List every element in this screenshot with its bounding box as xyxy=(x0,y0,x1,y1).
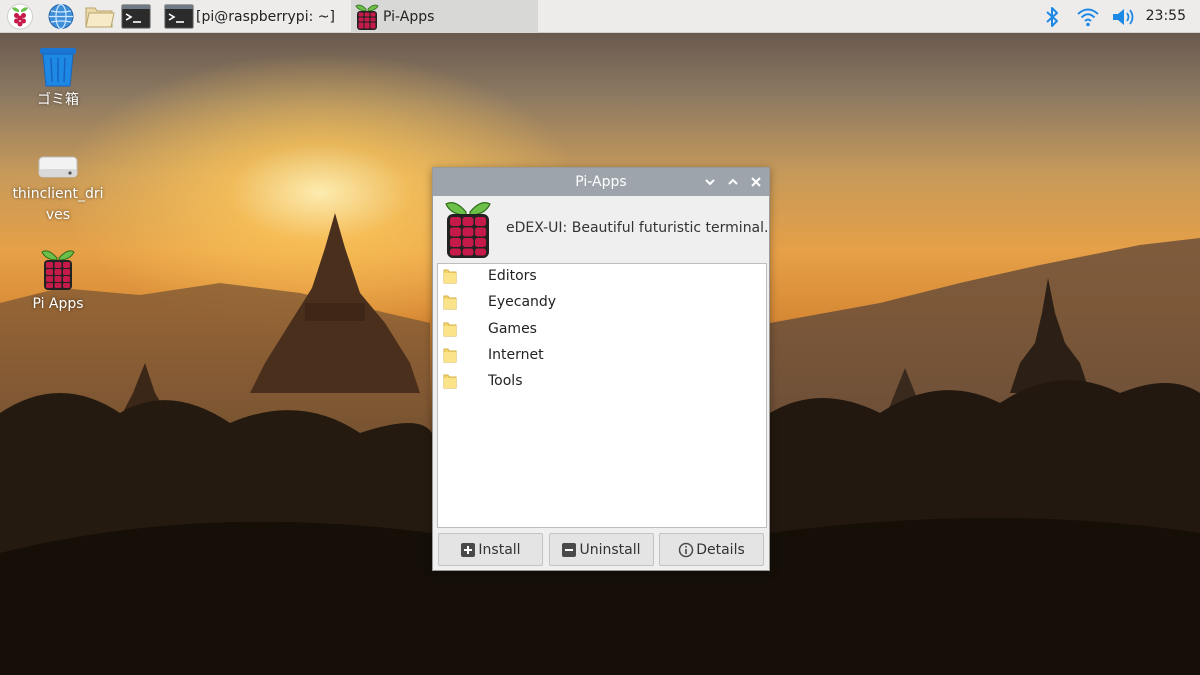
list-item-editors[interactable]: Editors xyxy=(438,264,766,290)
window-titlebar[interactable]: Pi-Apps xyxy=(433,168,769,196)
list-item-label: Editors xyxy=(488,268,537,284)
window-controls xyxy=(703,174,763,190)
list-item-internet[interactable]: Internet xyxy=(438,343,766,369)
uninstall-button[interactable]: Uninstall xyxy=(548,533,654,566)
list-item-label: Internet xyxy=(488,346,544,363)
desktop-icon-pi-apps[interactable]: Pi Apps xyxy=(12,248,104,315)
app-menu-button[interactable] xyxy=(6,3,34,30)
folder-icon xyxy=(443,322,457,337)
list-item-label: Games xyxy=(488,320,537,337)
folder-icon xyxy=(443,348,457,363)
details-button[interactable]: Details xyxy=(659,533,764,566)
list-item-label: Tools xyxy=(488,373,523,390)
desktop-icon-label: ゴミ箱 xyxy=(37,92,79,108)
desktop-icon-thinclient-drives[interactable]: thinclient_drives xyxy=(12,152,104,226)
taskbar-task-label: [pi@raspberrypi: ~] xyxy=(196,8,335,25)
desktop-icon-trash[interactable]: ゴミ箱 xyxy=(12,46,104,111)
folder-icon xyxy=(443,295,457,310)
close-icon[interactable] xyxy=(749,174,763,190)
app-header: eDEX-UI: Beautiful futuristic terminal. xyxy=(433,196,769,262)
uninstall-button-label: Uninstall xyxy=(579,541,641,558)
list-item-eyecandy[interactable]: Eyecandy xyxy=(438,290,766,316)
desktop-icon-label: Pi Apps xyxy=(32,296,84,312)
web-browser-icon xyxy=(48,3,74,30)
terminal-icon xyxy=(164,4,194,29)
web-browser-launcher[interactable] xyxy=(47,3,75,30)
drive-icon xyxy=(38,156,78,178)
terminal-icon xyxy=(121,4,151,29)
folder-icon xyxy=(443,374,457,389)
install-button-label: Install xyxy=(478,541,521,558)
volume-icon[interactable] xyxy=(1111,6,1137,28)
action-buttons: Install Uninstall Details xyxy=(438,533,764,567)
raspberry-icon xyxy=(41,250,75,290)
minimize-chevron-down-icon[interactable] xyxy=(703,174,717,190)
wifi-icon[interactable] xyxy=(1076,6,1100,28)
install-button[interactable]: Install xyxy=(438,533,543,566)
trash-icon xyxy=(40,48,76,87)
minus-icon xyxy=(562,542,577,557)
terminal-launcher[interactable] xyxy=(121,3,151,30)
raspberry-logo-icon xyxy=(445,202,491,258)
bluetooth-icon[interactable] xyxy=(1044,5,1060,29)
details-button-label: Details xyxy=(696,541,745,558)
taskbar-task-label: Pi-Apps xyxy=(383,8,435,25)
raspberry-icon xyxy=(355,4,379,30)
list-item-tools[interactable]: Tools xyxy=(438,369,766,395)
taskbar-task-pi-apps[interactable]: Pi-Apps xyxy=(351,0,538,33)
window-title: Pi-Apps xyxy=(575,174,627,190)
list-item-label: Eyecandy xyxy=(488,294,557,311)
taskbar-task-terminal[interactable]: [pi@raspberrypi: ~] xyxy=(160,0,350,33)
category-list[interactable]: Editors Eyecandy Games Internet Tools xyxy=(437,263,767,528)
clock[interactable]: 23:55 xyxy=(1146,8,1186,24)
taskbar: [pi@raspberrypi: ~] Pi-Apps 23:55 xyxy=(0,0,1200,33)
info-icon xyxy=(678,542,694,557)
plus-icon xyxy=(461,542,476,557)
file-manager-launcher[interactable] xyxy=(84,3,116,30)
app-description: eDEX-UI: Beautiful futuristic terminal. xyxy=(506,220,769,236)
folder-icon xyxy=(443,269,457,284)
maximize-chevron-up-icon[interactable] xyxy=(726,174,740,190)
pi-apps-window: Pi-Apps eDEX-UI: Beautiful futuristic te… xyxy=(432,167,770,571)
desktop-icon-label: thinclient_drives xyxy=(12,186,104,223)
file-manager-icon xyxy=(85,7,115,28)
raspberry-menu-icon xyxy=(7,3,33,30)
list-item-games[interactable]: Games xyxy=(438,317,766,343)
